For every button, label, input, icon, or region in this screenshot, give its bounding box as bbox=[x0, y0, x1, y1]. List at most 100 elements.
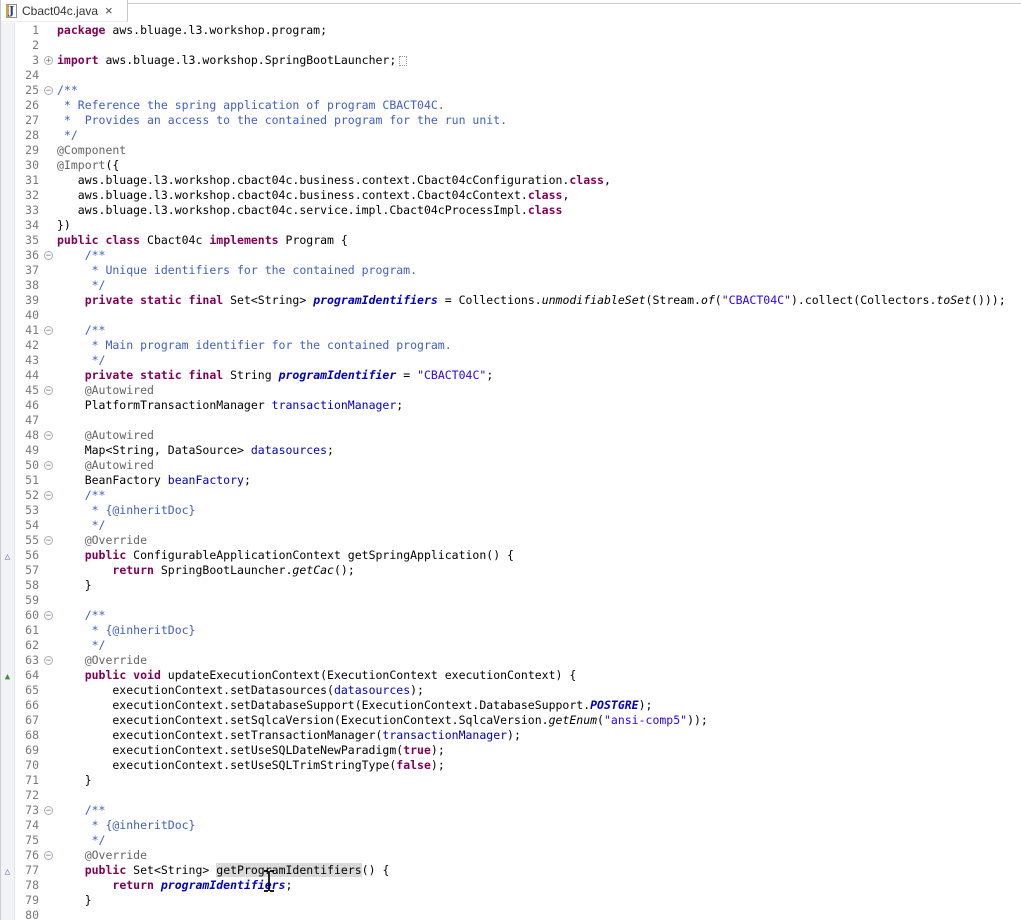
code-text: public ConfigurableApplicationContext ge… bbox=[57, 548, 1021, 563]
code-line[interactable]: 79 } bbox=[1, 893, 1021, 908]
fold-collapse-icon[interactable]: − bbox=[44, 326, 53, 335]
code-line[interactable]: 68 executionContext.setTransactionManage… bbox=[1, 728, 1021, 743]
folded-region-icon[interactable] bbox=[399, 56, 407, 66]
code-line[interactable]: 60− /** bbox=[1, 608, 1021, 623]
code-line[interactable]: 78 return programIdentifiers; bbox=[1, 878, 1021, 893]
annotation-ruler-cell bbox=[1, 833, 15, 848]
fold-collapse-icon[interactable]: − bbox=[44, 851, 53, 860]
overrides-marker-icon[interactable]: ▲ bbox=[1, 668, 15, 683]
fold-collapse-icon[interactable]: − bbox=[44, 491, 53, 500]
code-line[interactable]: 38 */ bbox=[1, 278, 1021, 293]
code-line[interactable]: 30@Import({ bbox=[1, 158, 1021, 173]
annotation-ruler-cell bbox=[1, 113, 15, 128]
code-line[interactable]: △77 public Set<String> getProgramIdentif… bbox=[1, 863, 1021, 878]
code-line[interactable]: 25−/** bbox=[1, 83, 1021, 98]
line-number: 54 bbox=[15, 518, 40, 533]
code-line[interactable]: 36− /** bbox=[1, 248, 1021, 263]
code-line[interactable]: 47 bbox=[1, 413, 1021, 428]
line-number: 75 bbox=[15, 833, 40, 848]
implements-marker-icon[interactable]: △ bbox=[1, 863, 15, 878]
code-line[interactable]: 54 */ bbox=[1, 518, 1021, 533]
code-line[interactable]: 45− @Autowired bbox=[1, 383, 1021, 398]
code-line[interactable]: 39 private static final Set<String> prog… bbox=[1, 293, 1021, 308]
code-line[interactable]: 73− /** bbox=[1, 803, 1021, 818]
code-line[interactable]: 43 */ bbox=[1, 353, 1021, 368]
code-line[interactable]: 31 aws.bluage.l3.workshop.cbact04c.busin… bbox=[1, 173, 1021, 188]
code-line[interactable]: 3+import aws.bluage.l3.workshop.SpringBo… bbox=[1, 53, 1021, 68]
code-line[interactable]: 57 return SpringBootLauncher.getCac(); bbox=[1, 563, 1021, 578]
code-line[interactable]: 71 } bbox=[1, 773, 1021, 788]
code-line[interactable]: 53 * {@inheritDoc} bbox=[1, 503, 1021, 518]
code-line[interactable]: 76− @Override bbox=[1, 848, 1021, 863]
code-line[interactable]: 61 * {@inheritDoc} bbox=[1, 623, 1021, 638]
code-line[interactable]: 27 * Provides an access to the contained… bbox=[1, 113, 1021, 128]
fold-collapse-icon[interactable]: − bbox=[44, 431, 53, 440]
code-line[interactable]: 69 executionContext.setUseSQLDateNewPara… bbox=[1, 743, 1021, 758]
code-line[interactable]: 26 * Reference the spring application of… bbox=[1, 98, 1021, 113]
code-line[interactable]: 63− @Override bbox=[1, 653, 1021, 668]
fold-collapse-icon[interactable]: − bbox=[44, 251, 53, 260]
fold-collapse-icon[interactable]: − bbox=[44, 536, 53, 545]
code-line[interactable]: 48− @Autowired bbox=[1, 428, 1021, 443]
code-line[interactable]: 34}) bbox=[1, 218, 1021, 233]
code-line[interactable]: 32 aws.bluage.l3.workshop.cbact04c.busin… bbox=[1, 188, 1021, 203]
code-line[interactable]: 24 bbox=[1, 68, 1021, 83]
code-line[interactable]: 33 aws.bluage.l3.workshop.cbact04c.servi… bbox=[1, 203, 1021, 218]
annotation-ruler-cell bbox=[1, 143, 15, 158]
fold-column bbox=[40, 623, 57, 638]
code-line[interactable]: 51 BeanFactory beanFactory; bbox=[1, 473, 1021, 488]
code-line[interactable]: 41− /** bbox=[1, 323, 1021, 338]
line-number: 45 bbox=[15, 383, 40, 398]
code-line[interactable]: 28 */ bbox=[1, 128, 1021, 143]
code-line[interactable]: 75 */ bbox=[1, 833, 1021, 848]
code-line[interactable]: 72 bbox=[1, 788, 1021, 803]
code-line[interactable]: 42 * Main program identifier for the con… bbox=[1, 338, 1021, 353]
code-line[interactable]: 65 executionContext.setDatasources(datas… bbox=[1, 683, 1021, 698]
fold-collapse-icon[interactable]: − bbox=[44, 656, 53, 665]
annotation-ruler-cell bbox=[1, 593, 15, 608]
editor-tab-bar: J Cbact04c.java × bbox=[1, 0, 1021, 23]
code-line[interactable]: 66 executionContext.setDatabaseSupport(E… bbox=[1, 698, 1021, 713]
fold-collapse-icon[interactable]: − bbox=[44, 806, 53, 815]
code-line[interactable]: 29@Component bbox=[1, 143, 1021, 158]
code-line[interactable]: 74 * {@inheritDoc} bbox=[1, 818, 1021, 833]
code-line[interactable]: 49 Map<String, DataSource> datasources; bbox=[1, 443, 1021, 458]
code-line[interactable]: 55− @Override bbox=[1, 533, 1021, 548]
fold-collapse-icon[interactable]: − bbox=[44, 86, 53, 95]
code-line[interactable]: 37 * Unique identifiers for the containe… bbox=[1, 263, 1021, 278]
annotation-ruler-cell bbox=[1, 293, 15, 308]
fold-column bbox=[40, 443, 57, 458]
code-line[interactable]: 52− /** bbox=[1, 488, 1021, 503]
code-line[interactable]: 46 PlatformTransactionManager transactio… bbox=[1, 398, 1021, 413]
fold-column bbox=[40, 188, 57, 203]
code-line[interactable]: 59 bbox=[1, 593, 1021, 608]
fold-column bbox=[40, 698, 57, 713]
code-line[interactable]: 1package aws.bluage.l3.workshop.program; bbox=[1, 23, 1021, 38]
fold-collapse-icon[interactable]: − bbox=[44, 386, 53, 395]
close-icon[interactable]: × bbox=[105, 0, 113, 22]
fold-expand-icon[interactable]: + bbox=[44, 56, 53, 65]
code-line[interactable]: 2 bbox=[1, 38, 1021, 53]
fold-collapse-icon[interactable]: − bbox=[44, 461, 53, 470]
code-line[interactable]: 50− @Autowired bbox=[1, 458, 1021, 473]
code-line[interactable]: △56 public ConfigurableApplicationContex… bbox=[1, 548, 1021, 563]
line-number: 59 bbox=[15, 593, 40, 608]
implements-marker-icon[interactable]: △ bbox=[1, 548, 15, 563]
fold-column bbox=[40, 878, 57, 893]
fold-collapse-icon[interactable]: − bbox=[44, 611, 53, 620]
code-line[interactable]: 70 executionContext.setUseSQLTrimStringT… bbox=[1, 758, 1021, 773]
code-text bbox=[57, 908, 1021, 920]
code-line[interactable]: ▲64 public void updateExecutionContext(E… bbox=[1, 668, 1021, 683]
code-line[interactable]: 40 bbox=[1, 308, 1021, 323]
fold-column: + bbox=[40, 53, 57, 68]
code-text: /** bbox=[57, 803, 1021, 818]
code-line[interactable]: 58 } bbox=[1, 578, 1021, 593]
tab-cbact04c-java[interactable]: J Cbact04c.java × bbox=[1, 0, 128, 22]
code-line[interactable]: 80 bbox=[1, 908, 1021, 920]
code-line[interactable]: 44 private static final String programId… bbox=[1, 368, 1021, 383]
line-number: 67 bbox=[15, 713, 40, 728]
code-line[interactable]: 62 */ bbox=[1, 638, 1021, 653]
code-text: aws.bluage.l3.workshop.cbact04c.business… bbox=[57, 173, 1021, 188]
code-line[interactable]: 35public class Cbact04c implements Progr… bbox=[1, 233, 1021, 248]
code-line[interactable]: 67 executionContext.setSqlcaVersion(Exec… bbox=[1, 713, 1021, 728]
